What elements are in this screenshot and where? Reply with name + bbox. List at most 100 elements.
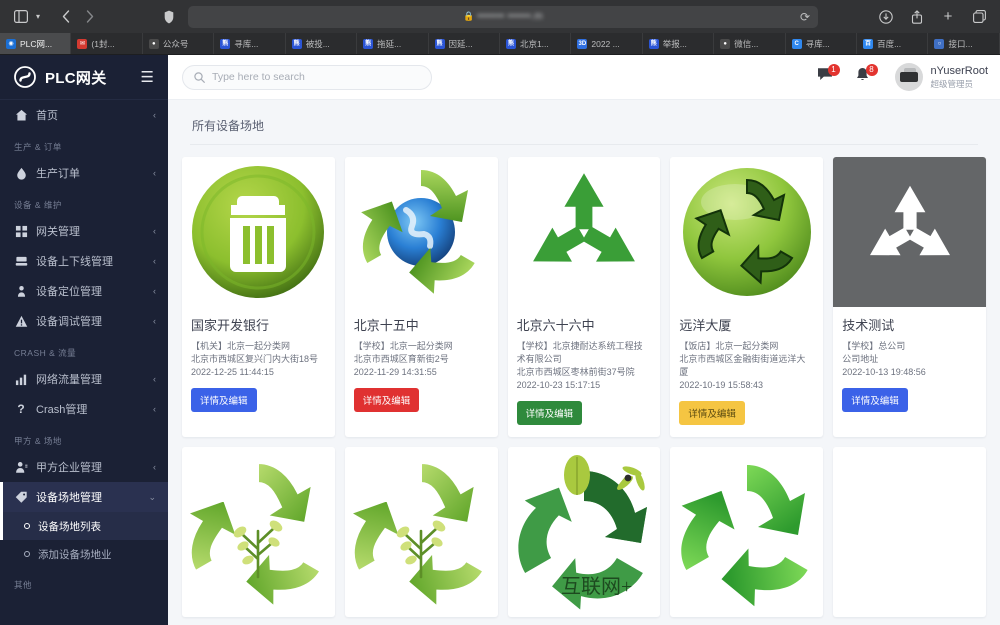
sidebar-item-首页[interactable]: 首页 ‹ xyxy=(0,100,168,130)
tag-icon xyxy=(14,491,28,504)
card-body: 远洋大厦 【饭店】北京一起分类网 北京市西城区金融街街道远洋大厦 2022-10-19… xyxy=(670,307,823,437)
sidebar-item-网关管理[interactable]: 网关管理 ‹ xyxy=(0,216,168,246)
browser-tab[interactable]: ○ 接口... xyxy=(928,33,1000,54)
browser-tab[interactable]: C 寻库... xyxy=(786,33,858,54)
sidebar-toggle-group[interactable]: ▾ xyxy=(10,6,43,28)
browser-tab[interactable]: 熊被投... xyxy=(286,33,358,54)
card-detail-edit-button[interactable]: 详情及编辑 xyxy=(516,401,583,426)
url-text: ••••••• ••••••.m xyxy=(477,11,544,22)
chevron-icon: ‹ xyxy=(153,110,156,120)
share-icon[interactable] xyxy=(906,6,928,28)
sidebar: PLC网关 ☰ 首页 ‹ 生产 & 订单 生产订单 ‹ 设备 & 维护 网关管理 ‹ 设备上下线… xyxy=(0,55,168,625)
browser-tab[interactable]: 熊拖延... xyxy=(357,33,429,54)
card-detail-edit-button[interactable]: 详情及编辑 xyxy=(191,388,257,413)
site-card[interactable]: 技术测试 【学校】总公司 公司地址 2022-10-13 19:48:56 详情及编辑 xyxy=(833,157,986,438)
sidebar-icon[interactable] xyxy=(10,6,32,28)
site-card[interactable]: 互联网+ xyxy=(507,447,661,618)
sidebar-item-甲方企业管理[interactable]: 甲方企业管理 ‹ xyxy=(0,452,168,482)
downloads-icon[interactable] xyxy=(875,6,897,28)
card-category: 【学校】北京一起分类网 xyxy=(353,341,453,351)
browser-tab[interactable]: 3D 2022 ... xyxy=(571,33,643,54)
forward-arrow-icon[interactable] xyxy=(79,6,101,28)
sidebar-item-设备定位管理[interactable]: 设备定位管理 ‹ xyxy=(0,276,168,306)
site-card[interactable] xyxy=(833,447,986,618)
warning-icon xyxy=(14,315,28,328)
sidebar-item-label: 设备场地管理 xyxy=(36,492,102,504)
hamburger-icon[interactable]: ☰ xyxy=(141,70,154,85)
card-detail-edit-button[interactable]: 详情及编辑 xyxy=(842,388,908,413)
sidebar-item-网络流量管理[interactable]: 网络流量管理 ‹ xyxy=(0,364,168,394)
browser-tab[interactable]: 百百度... xyxy=(857,33,929,54)
svg-text:互联网+: 互联网+ xyxy=(561,575,632,598)
card-category: 【学校】总公司 xyxy=(842,341,906,351)
brand-title: PLC网关 xyxy=(45,69,107,87)
sidebar-subitem-0[interactable]: 设备场地列表 xyxy=(0,512,168,540)
chevron-icon: ‹ xyxy=(153,256,156,266)
sidebar-item-label: 设备上下线管理 xyxy=(36,256,113,268)
question-icon: ? xyxy=(17,402,25,416)
sidebar-item-label: 网关管理 xyxy=(36,226,80,238)
shield-icon[interactable] xyxy=(158,6,180,28)
browser-tab[interactable]: ● 微信... xyxy=(714,33,786,54)
main-area: 1 8 nYuserRoot 超级管理员 所有设备场地 国家开发银行【机关 xyxy=(168,55,1000,625)
sidebar-item-设备场地管理[interactable]: 设备场地管理 ⌄ xyxy=(0,482,168,512)
search-icon xyxy=(194,71,205,83)
card-detail-edit-button[interactable]: 详情及编辑 xyxy=(353,388,420,413)
browser-tab-strip[interactable]: ◉ PLC网... ✉ (1封... ● 公众号熊寻库... 熊被投... 熊拖延... 熊因延… xyxy=(0,33,1000,55)
site-card[interactable]: 北京十五中 【学校】北京一起分类网 北京市西城区育新街2号 2022-11-29 14… xyxy=(344,157,498,438)
card-category: 【学校】北京捷耐达系统工程技术有限公司 xyxy=(516,341,643,365)
card-address: 北京市西城区育新街2号 xyxy=(353,354,449,365)
gray-bin-white-recycle-art xyxy=(833,157,986,307)
tab-overview-icon[interactable] xyxy=(968,6,990,28)
plc-gateway-logo-icon xyxy=(14,66,36,88)
site-card[interactable]: 远洋大厦 【饭店】北京一起分类网 北京市西城区金融街街道远洋大厦 2022-10-19… xyxy=(670,157,824,438)
sidebar-item-Crash管理[interactable]: ? Crash管理 ‹ xyxy=(0,394,168,424)
site-card[interactable] xyxy=(670,447,824,618)
browser-tab[interactable]: 熊北京1... xyxy=(500,33,572,54)
url-bar[interactable]: 🔒 ••••••• ••••••.m ⟳ xyxy=(188,5,818,28)
sidebar-brand[interactable]: PLC网关 ☰ xyxy=(0,55,168,100)
plus-icon[interactable]: + xyxy=(937,6,959,28)
browser-tab-label: 举报... xyxy=(662,38,687,49)
sidebar-item-label: 设备定位管理 xyxy=(36,286,102,298)
sidebar-item-label: Crash管理 xyxy=(36,404,88,416)
card-timestamp: 2022-10-23 15:17:15 xyxy=(516,380,601,391)
notification-button[interactable]: 8 xyxy=(855,64,878,87)
browser-tab[interactable]: ◉ PLC网... xyxy=(0,33,72,54)
server-icon xyxy=(14,255,28,268)
browser-tab-label: 拖延... xyxy=(377,38,402,49)
sidebar-subitem-1[interactable]: 添加设备场地业 xyxy=(0,540,168,568)
site-card[interactable] xyxy=(182,447,335,618)
browser-tab[interactable]: 熊寻库... xyxy=(214,33,286,54)
site-card[interactable]: 国家开发银行 【机关】北京一起分类网 北京市西城区复兴门内大街18号 2022-12-… xyxy=(182,157,335,438)
sidebar-section-label: 甲方 & 场地 xyxy=(14,436,62,446)
sidebar-item-设备上下线管理[interactable]: 设备上下线管理 ‹ xyxy=(0,246,168,276)
sidebar-item-生产订单[interactable]: 生产订单 ‹ xyxy=(0,158,168,188)
card-category: 【饭店】北京一起分类网 xyxy=(679,341,779,351)
back-arrow-icon[interactable] xyxy=(55,6,77,28)
sidebar-subitem-label: 添加设备场地业 xyxy=(38,548,112,561)
page-title: 所有设备场地 xyxy=(192,119,265,133)
card-image xyxy=(833,447,986,617)
sidebar-item-设备调试管理[interactable]: 设备调试管理 ‹ xyxy=(0,306,168,336)
user-text-block: nYuserRoot 超级管理员 xyxy=(931,65,988,89)
mail-icon: ✉ xyxy=(77,38,88,49)
browser-tab[interactable]: ✉ (1封... xyxy=(71,33,143,54)
browser-tab[interactable]: ● 公众号 xyxy=(143,33,215,54)
card-timestamp: 2022-12-25 11:44:15 xyxy=(191,367,274,378)
site-card[interactable] xyxy=(344,447,498,618)
browser-chrome: ▾ 🔒 ••••••• ••••••.m ⟳ + ◉ PLC网... ✉ (1封… xyxy=(0,0,1000,55)
browser-tab[interactable]: 熊因延... xyxy=(429,33,500,54)
message-button[interactable]: 1 xyxy=(817,64,840,87)
browser-tab-label: 被投... xyxy=(305,38,330,49)
baidu-icon: 熊 xyxy=(434,38,445,49)
chevron-icon: ‹ xyxy=(153,286,156,296)
user-menu[interactable]: nYuserRoot 超级管理员 xyxy=(894,63,988,91)
search-input[interactable] xyxy=(212,71,420,83)
search-box[interactable] xyxy=(182,64,432,90)
card-detail-edit-button[interactable]: 详情及编辑 xyxy=(679,401,745,426)
site-card[interactable]: 北京六十六中 【学校】北京捷耐达系统工程技术有限公司 北京市西城区枣林前街37号院 2… xyxy=(507,157,661,438)
chevron-down-icon[interactable]: ▾ xyxy=(33,6,43,28)
browser-tab[interactable]: 熊举报... xyxy=(643,33,715,54)
reload-icon[interactable]: ⟳ xyxy=(800,10,810,24)
